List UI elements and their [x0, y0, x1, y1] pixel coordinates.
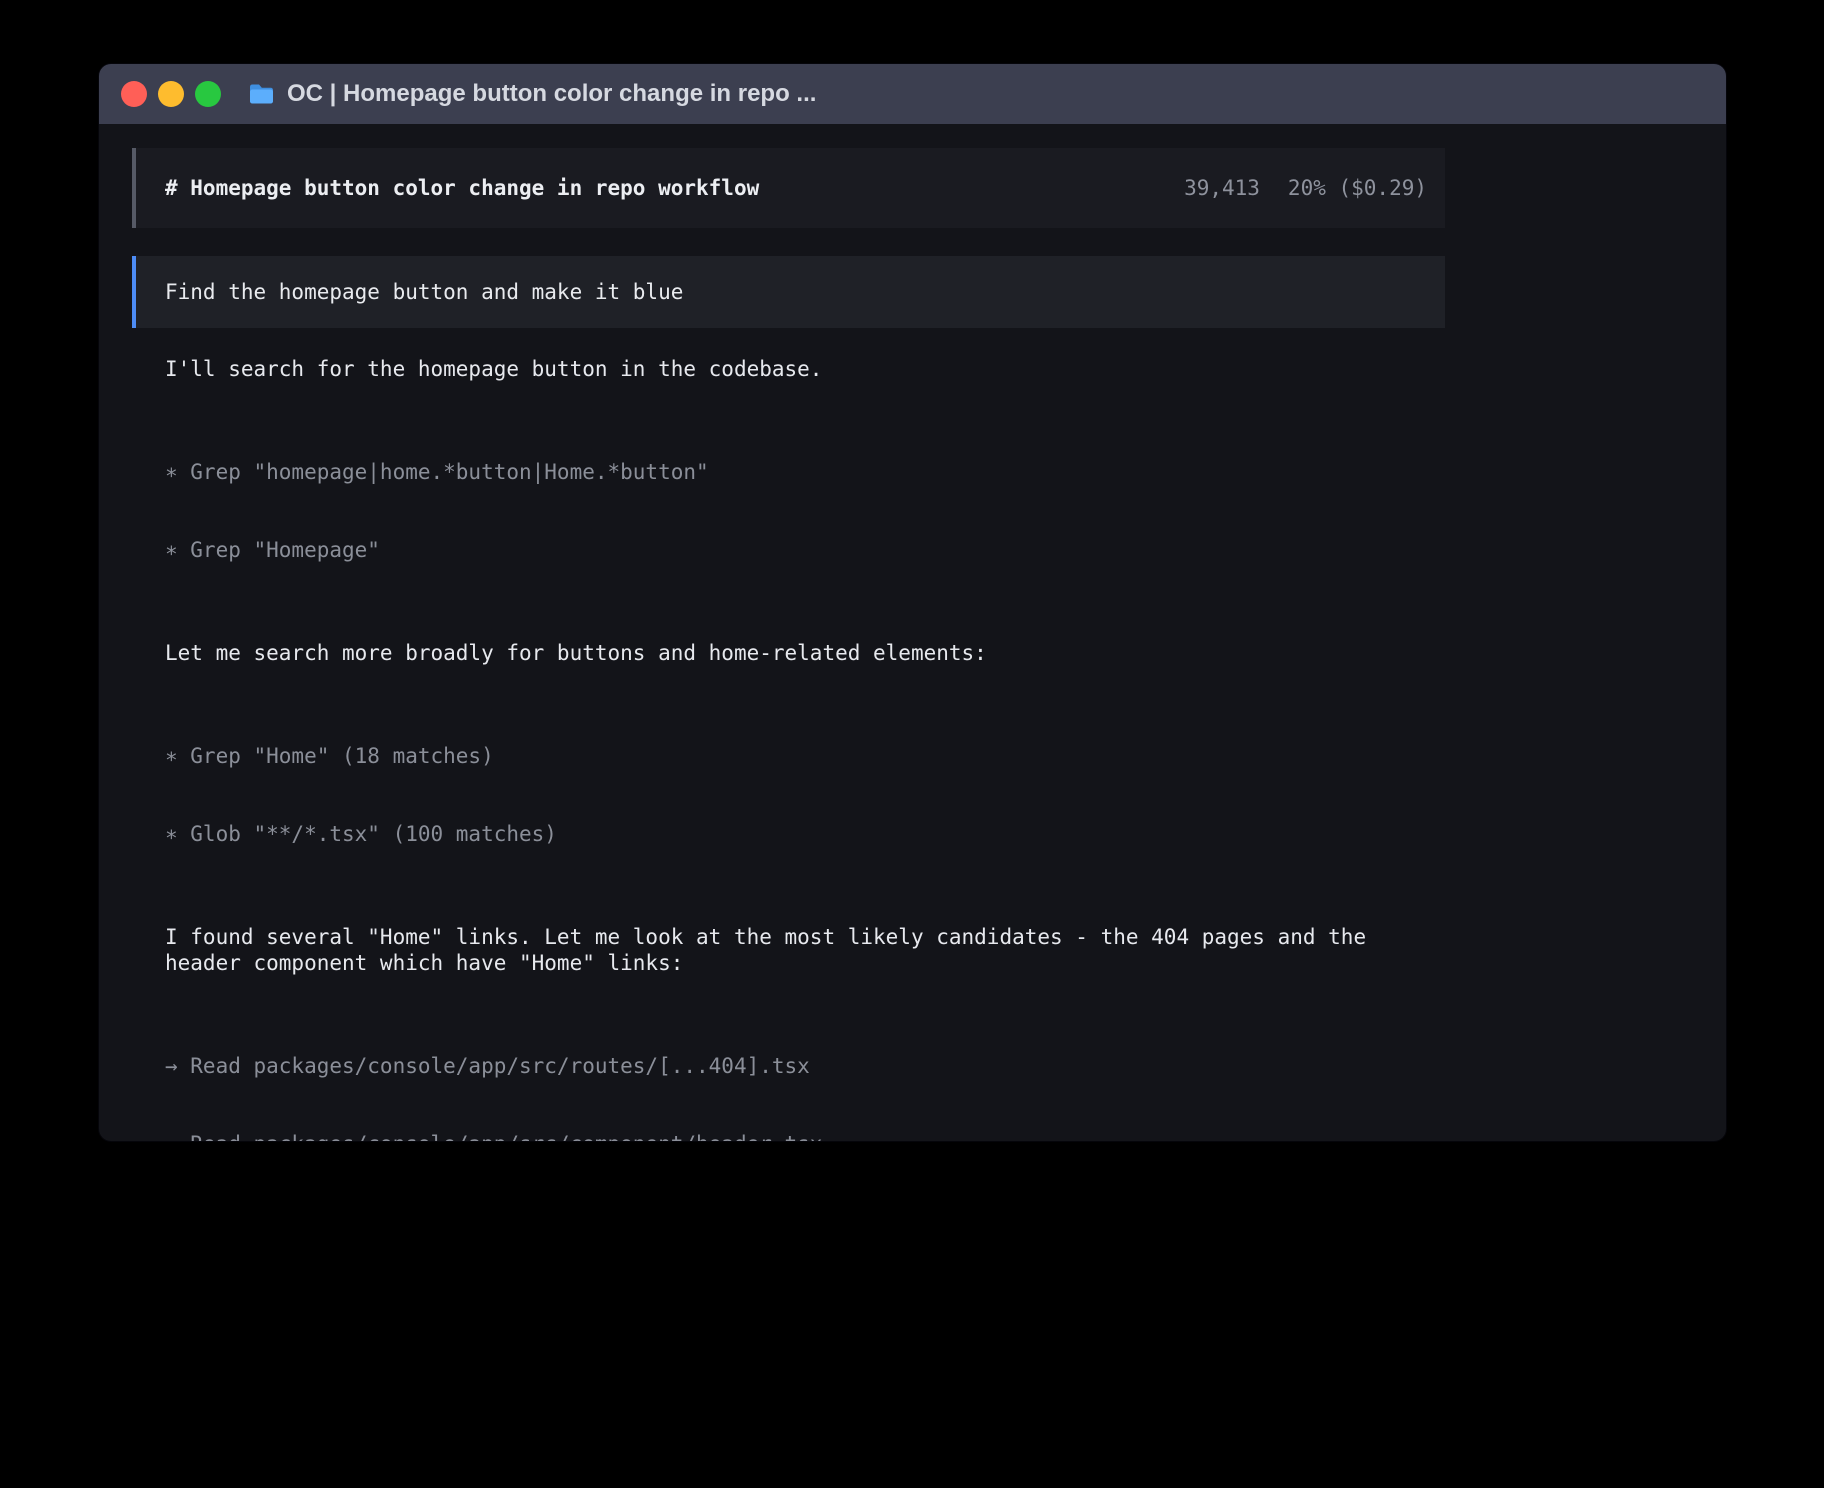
- session-title: # Homepage button color change in repo w…: [165, 176, 759, 200]
- token-count: 39,413: [1184, 176, 1260, 200]
- tool-call-grep: ∗ Grep "homepage|home.*button|Home.*butt…: [165, 459, 1425, 485]
- terminal-content: # Homepage button color change in repo w…: [99, 124, 1726, 1141]
- assistant-paragraph: I'll search for the homepage button in t…: [165, 356, 1425, 382]
- tool-call-group: ∗ Grep "homepage|home.*button|Home.*butt…: [165, 407, 1425, 615]
- tool-call-read: → Read packages/console/app/src/routes/[…: [165, 1053, 1425, 1079]
- tool-call-glob: ∗ Glob "**/*.tsx" (100 matches): [165, 821, 1425, 847]
- titlebar[interactable]: OC | Homepage button color change in rep…: [99, 64, 1726, 124]
- tool-call-group: → Read packages/console/app/src/routes/[…: [165, 1001, 1425, 1141]
- minimize-button[interactable]: [158, 81, 184, 107]
- assistant-paragraph: I found several "Home" links. Let me loo…: [165, 924, 1425, 976]
- session-stats: 39,413 20% ($0.29): [1184, 176, 1427, 200]
- folder-icon: [248, 83, 275, 105]
- tool-call-grep: ∗ Grep "Home" (18 matches): [165, 743, 1425, 769]
- assistant-paragraph: Let me search more broadly for buttons a…: [165, 640, 1425, 666]
- session-header: # Homepage button color change in repo w…: [132, 148, 1445, 228]
- user-message-text: Find the homepage button and make it blu…: [165, 280, 683, 304]
- tool-call-read: → Read packages/console/app/src/componen…: [165, 1131, 1425, 1141]
- assistant-response: I'll search for the homepage button in t…: [132, 356, 1445, 1141]
- context-usage: 20% ($0.29): [1288, 176, 1427, 200]
- zoom-button[interactable]: [195, 81, 221, 107]
- traffic-lights: [121, 81, 221, 107]
- desktop-background: { "window": { "title": "OC | Homepage bu…: [0, 0, 1824, 1488]
- terminal-window: OC | Homepage button color change in rep…: [99, 64, 1726, 1141]
- close-button[interactable]: [121, 81, 147, 107]
- tool-call-group: ∗ Grep "Home" (18 matches) ∗ Glob "**/*.…: [165, 691, 1425, 899]
- tool-call-grep: ∗ Grep "Homepage": [165, 537, 1425, 563]
- user-message: Find the homepage button and make it blu…: [132, 256, 1445, 328]
- window-title: OC | Homepage button color change in rep…: [287, 80, 816, 108]
